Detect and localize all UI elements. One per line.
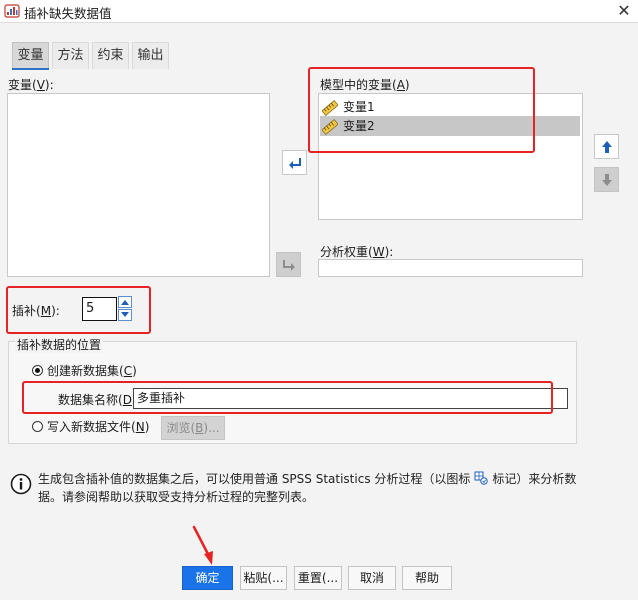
create-dataset-radio[interactable] [32,365,43,376]
variables-list[interactable] [7,93,270,277]
move-down-button[interactable] [594,167,619,192]
tab-output[interactable]: 输出 [132,42,169,69]
arrow-left-icon [289,158,301,169]
active-tab-indicator [12,68,49,70]
spss-app-icon [4,4,20,18]
info-text: 生成包含插补值的数据集之后，可以使用普通 SPSS Statistics 分析过… [38,471,577,504]
ok-button[interactable]: 确定 [182,566,233,590]
variables-label: 变量(V): [8,78,54,92]
highlight-model-vars [308,67,535,153]
title-bar: 插补缺失数据值 ✕ [0,0,638,22]
arrow-right-icon [283,260,295,271]
move-weight-button[interactable] [276,252,301,277]
browse-button[interactable]: 浏览(B)... [161,416,225,440]
write-file-radio[interactable] [32,421,43,432]
window-title: 插补缺失数据值 [24,6,112,21]
create-dataset-label: 创建新数据集(C) [47,364,137,378]
highlight-imputations [6,286,151,334]
move-left-button[interactable] [282,150,307,175]
arrow-down-icon [602,174,612,186]
info-icon [10,473,32,495]
tab-variables[interactable]: 变量 [12,42,49,69]
cancel-button[interactable]: 取消 [348,566,396,590]
location-group-label: 插补数据的位置 [15,336,104,353]
analysis-weight-field[interactable] [318,259,583,277]
highlight-dataset-name [22,381,553,414]
reset-button[interactable]: 重置(... [294,566,342,590]
move-up-button[interactable] [594,134,619,159]
tab-constraints[interactable]: 约束 [92,42,129,69]
analysis-weight-label: 分析权重(W): [320,245,394,259]
arrow-up-icon [602,141,612,153]
write-file-label: 写入新数据文件(N) [47,420,150,434]
close-icon[interactable]: ✕ [614,1,634,21]
help-button[interactable]: 帮助 [402,566,452,590]
tab-method[interactable]: 方法 [52,42,89,69]
paste-button[interactable]: 粘贴(... [240,566,287,590]
multiple-imputation-icon [474,471,489,485]
pointer-arrow-icon [192,525,213,565]
